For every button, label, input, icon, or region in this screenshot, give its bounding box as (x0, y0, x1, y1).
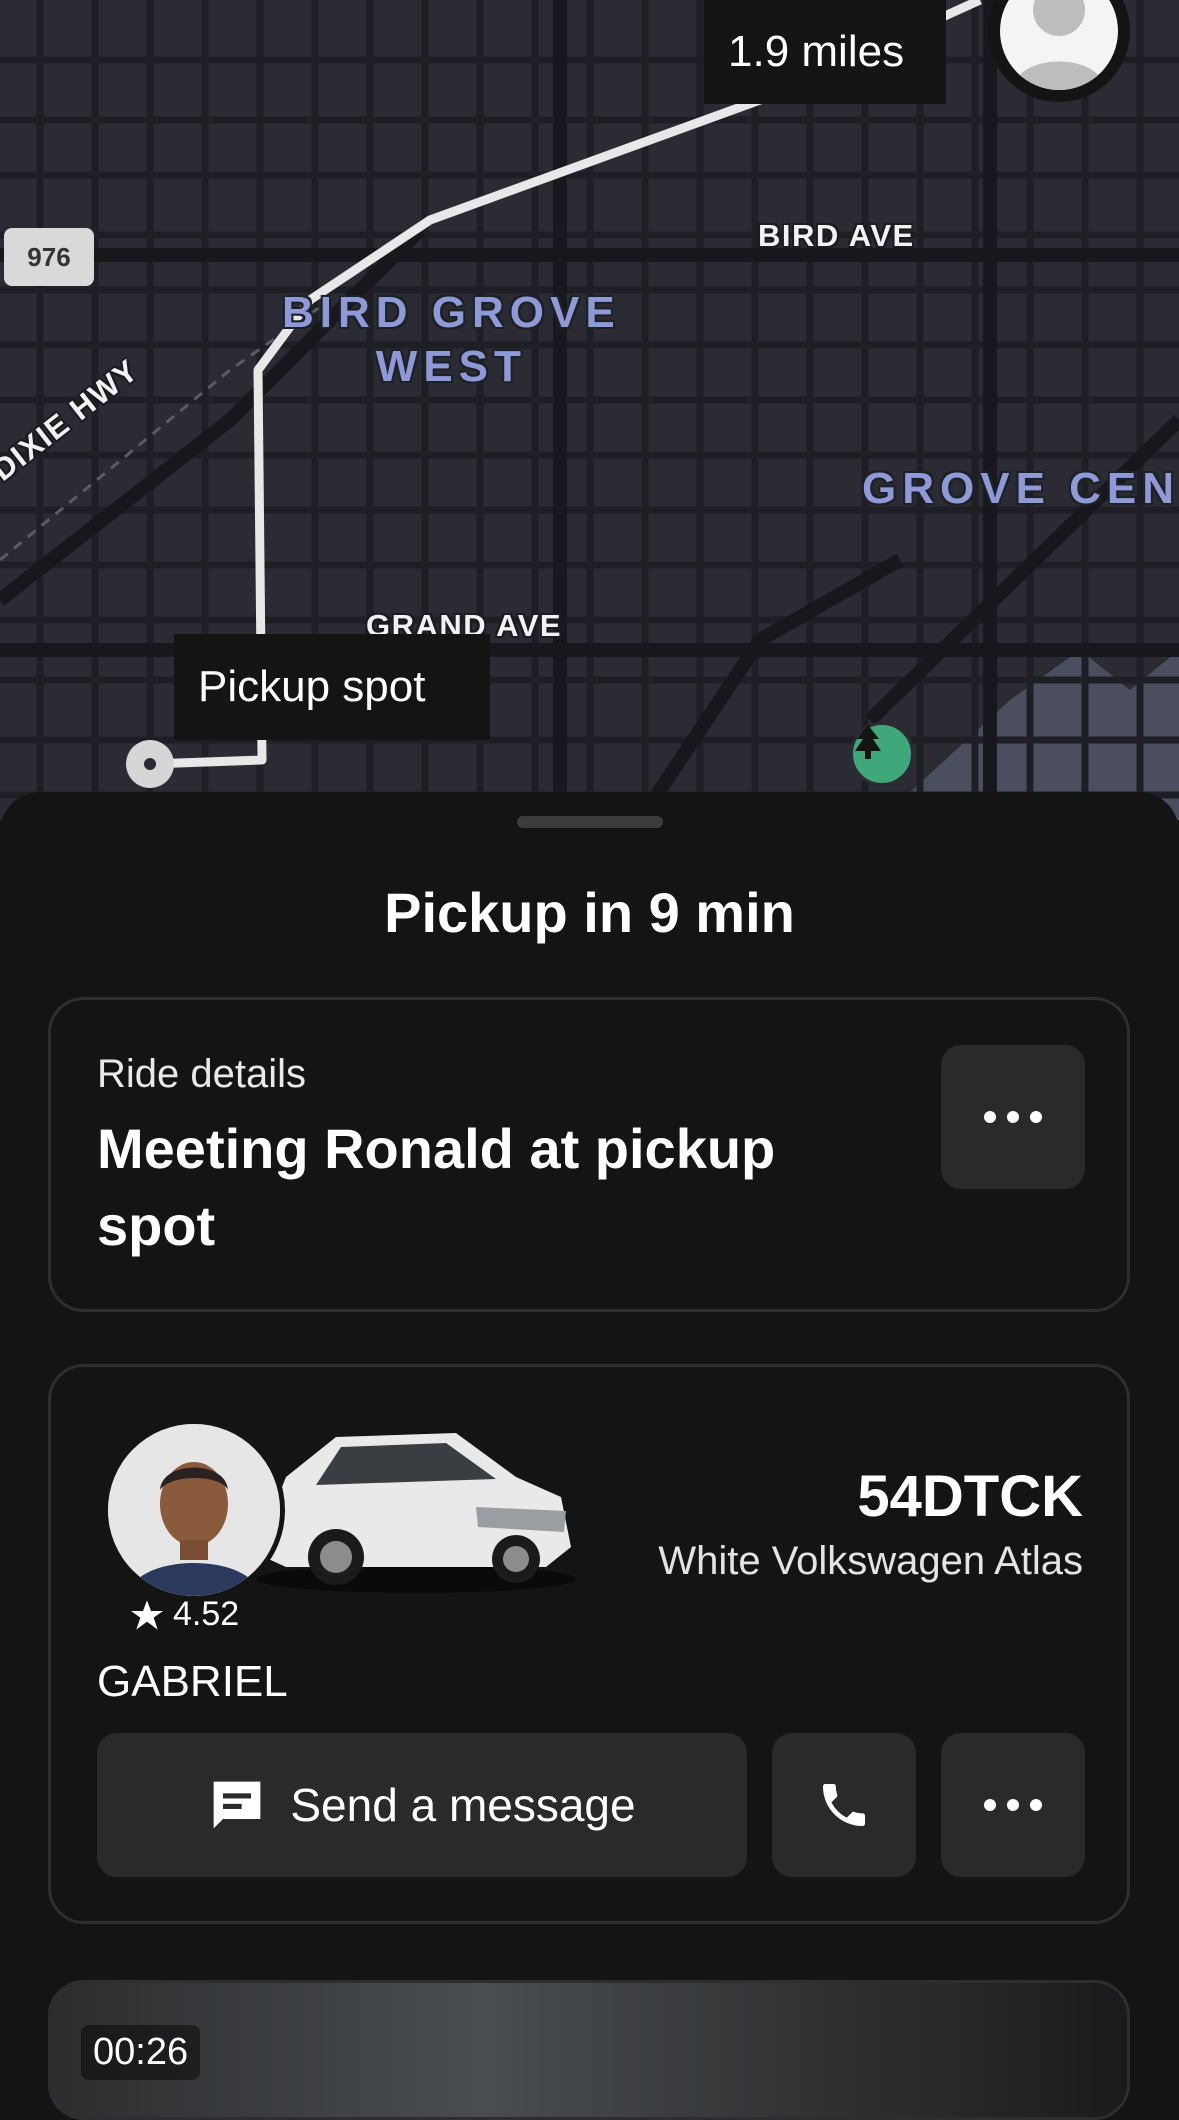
distance-label: 1.9 miles (728, 27, 905, 76)
ride-details-text: Meeting Ronald at pickup spot (97, 1117, 776, 1257)
driver-name: GABRIEL (97, 1657, 288, 1706)
message-icon (214, 1781, 261, 1829)
driver-options-button[interactable] (941, 1733, 1085, 1877)
map-view[interactable]: 976 BIRD GROVE WEST GROVE CEN BIRD AVE G… (0, 0, 1179, 820)
neighborhood-label-bird-grove-west: BIRD GROVE WEST (282, 288, 621, 391)
driver-rating-value: 4.52 (173, 1595, 240, 1633)
video-timestamp: 00:26 (81, 2025, 201, 2080)
video-thumbnail (51, 1983, 1127, 2117)
distance-tag: 1.9 miles (704, 0, 946, 104)
video-card[interactable]: 00:26 (48, 1980, 1130, 2120)
license-plate: 54DTCK (857, 1464, 1083, 1529)
driver-photo-image (108, 1424, 280, 1596)
star-icon (131, 1599, 163, 1630)
vehicle-description: White Volkswagen Atlas (658, 1539, 1083, 1583)
send-message-label: Send a message (290, 1779, 636, 1831)
person-icon (1014, 0, 1104, 90)
neighborhood-label-grove-center: GROVE CEN (862, 464, 1179, 513)
bottom-sheet[interactable]: Pickup in 9 min Ride details Meeting Ron… (0, 792, 1179, 2120)
driver-location-pin[interactable] (988, 0, 1130, 102)
vehicle-image (256, 1433, 576, 1593)
sheet-grabber-handle[interactable] (517, 816, 663, 828)
more-dots-icon (984, 1799, 1042, 1811)
send-message-button[interactable]: Send a message (97, 1733, 747, 1877)
driver-rating: 4.52 (131, 1595, 239, 1634)
ride-details-card[interactable]: Ride details Meeting Ronald at pickup sp… (48, 997, 1130, 1312)
call-button[interactable] (772, 1733, 916, 1877)
pickup-spot-tag[interactable]: Pickup spot (174, 634, 490, 740)
ride-options-button[interactable] (941, 1045, 1085, 1189)
phone-icon (823, 1784, 865, 1826)
driver-avatar[interactable] (103, 1419, 285, 1601)
pickup-eta-title: Pickup in 9 min (384, 881, 795, 944)
street-label-bird-ave: BIRD AVE (758, 218, 915, 253)
park-tree-icon (850, 722, 914, 786)
ride-details-caption: Ride details (97, 1052, 307, 1096)
pickup-spot-label: Pickup spot (198, 662, 426, 711)
driver-card: 4.52 54DTCK White Volkswagen Atlas GABRI… (48, 1364, 1130, 1924)
more-dots-icon (984, 1111, 1042, 1123)
route-shield-icon: 976 (4, 228, 94, 286)
